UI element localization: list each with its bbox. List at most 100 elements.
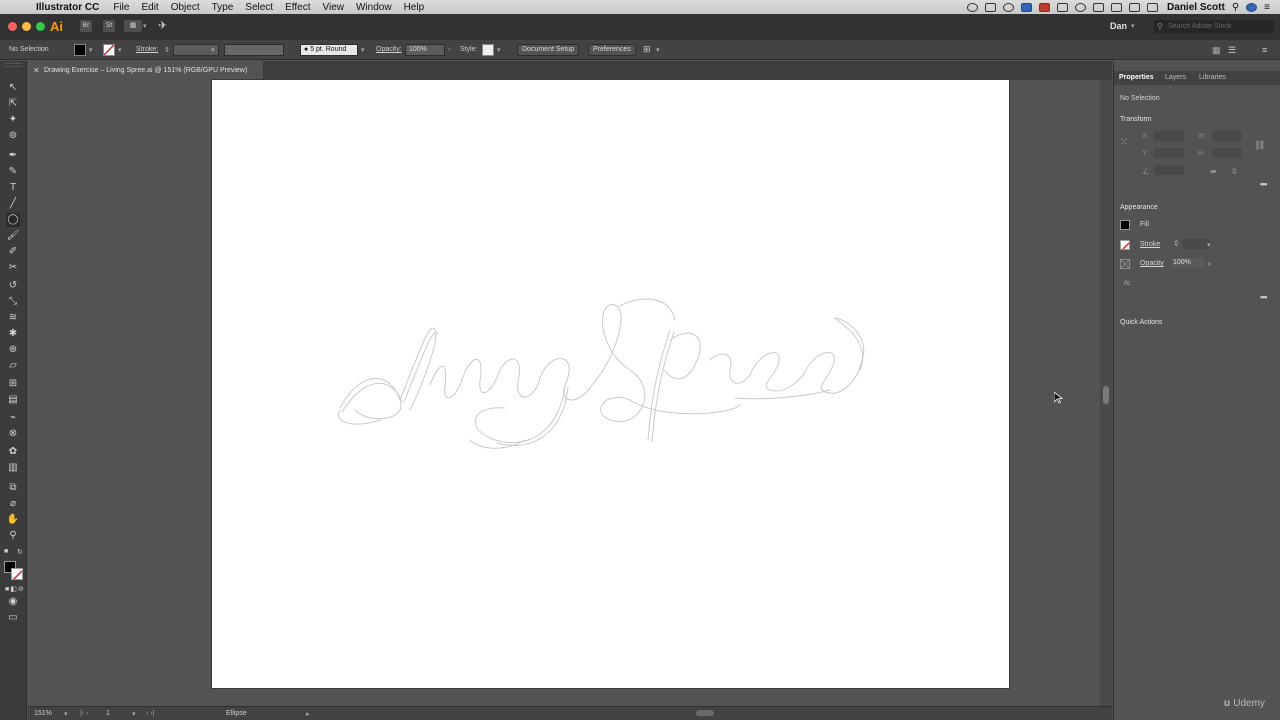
rotate-tool-icon[interactable]: ↺ (6, 279, 20, 293)
workspace-switcher[interactable]: Dan (1110, 21, 1127, 31)
bridge-button[interactable]: Br (80, 20, 92, 32)
line-tool-icon[interactable]: ╱ (6, 197, 20, 211)
close-tab-icon[interactable]: ✕ (33, 66, 40, 75)
creative-cloud-icon[interactable] (967, 2, 979, 12)
rotate-field[interactable] (1154, 165, 1184, 175)
graphic-style-swatch[interactable] (482, 44, 494, 56)
hand-tool-icon[interactable]: ✋ (6, 513, 20, 527)
record-icon[interactable] (1039, 2, 1051, 12)
symbol-sprayer-tool-icon[interactable]: ✿ (6, 445, 20, 459)
artboard-number[interactable]: 1 (106, 710, 110, 717)
app-status-icon[interactable] (1021, 2, 1033, 12)
arrange-panel-icon[interactable]: ▦ (1212, 45, 1221, 56)
arrange-documents-icon[interactable]: ▦ (124, 20, 142, 32)
stroke-dropdown-icon[interactable]: ▾ (118, 46, 122, 54)
lasso-tool-icon[interactable]: ⊚ (6, 129, 20, 143)
app-menu[interactable]: Illustrator CC (36, 2, 99, 13)
appearance-opacity-field[interactable]: 100% (1171, 258, 1205, 268)
selection-tool-icon[interactable]: ↖ (6, 81, 20, 95)
fill-swatch[interactable] (74, 44, 86, 56)
type-tool-icon[interactable]: T (6, 181, 20, 195)
menu-select[interactable]: Select (245, 2, 273, 13)
appearance-stroke-weight-field[interactable] (1182, 239, 1210, 249)
fill-dropdown-icon[interactable]: ▾ (89, 46, 93, 54)
vertical-scrollbar[interactable] (1100, 80, 1112, 706)
gradient-tool-icon[interactable]: ▤ (6, 393, 20, 407)
curvature-tool-icon[interactable]: ✎ (6, 165, 20, 179)
opacity-arrow-icon[interactable]: › (448, 46, 450, 53)
zoom-dropdown-icon[interactable]: ▾ (64, 710, 68, 718)
scissors-tool-icon[interactable]: ✂ (6, 261, 20, 275)
sync-icon[interactable] (1003, 2, 1015, 12)
scale-tool-icon[interactable]: ⤡ (6, 295, 20, 309)
gpu-performance-icon[interactable]: ✈ (158, 19, 167, 32)
blend-tool-icon[interactable]: ⊗ (6, 427, 20, 441)
bluetooth-icon[interactable] (1111, 2, 1123, 12)
control-bar-options-icon[interactable]: ☰ (1228, 45, 1236, 56)
notification-center-icon[interactable]: ≡ (1264, 2, 1270, 13)
pen-tool-icon[interactable]: ✒ (6, 149, 20, 163)
stroke-label[interactable]: Stroke: (136, 46, 158, 53)
display-icon[interactable] (1057, 2, 1069, 12)
appearance-opacity-label[interactable]: Opacity (1140, 260, 1164, 267)
stroke-weight-stepper[interactable]: ⇕ (164, 46, 170, 54)
artboard-dropdown-icon[interactable]: ▾ (132, 710, 136, 718)
stock-search-input[interactable]: ⚲ Search Adobe Stock (1154, 20, 1274, 33)
siri-icon[interactable] (1246, 2, 1258, 12)
screen-mode-icon[interactable]: ▭ (6, 611, 20, 625)
width-field[interactable] (1212, 131, 1242, 141)
status-menu-arrow-icon[interactable]: ▸ (306, 710, 310, 718)
wifi-icon[interactable] (1093, 2, 1105, 12)
align-dropdown-icon[interactable]: ▾ (656, 46, 660, 54)
menu-file[interactable]: File (113, 2, 129, 13)
style-dropdown-icon[interactable]: ▾ (497, 46, 501, 54)
tab-layers[interactable]: Layers (1165, 74, 1186, 81)
variable-width-profile[interactable] (224, 44, 284, 56)
menu-object[interactable]: Object (171, 2, 200, 13)
vertical-scroll-thumb[interactable] (1103, 386, 1109, 404)
opacity-arrow-icon[interactable]: › (1208, 259, 1211, 268)
constrain-proportions-icon[interactable]: ⛓ (1254, 140, 1265, 151)
transform-more-options-icon[interactable]: ••• (1260, 179, 1268, 189)
fx-effects-button[interactable]: fx. (1124, 280, 1131, 287)
keyboard-icon[interactable] (1147, 2, 1159, 12)
magic-wand-tool-icon[interactable]: ✦ (6, 113, 20, 127)
flip-vertical-icon[interactable]: ⇳ (1231, 167, 1238, 176)
brush-dropdown-icon[interactable]: ▾ (361, 46, 365, 54)
zoom-tool-icon[interactable]: ⚲ (6, 529, 20, 543)
spotlight-icon[interactable]: ⚲ (1232, 2, 1239, 13)
stroke-weight-dropdown-icon[interactable]: ▾ (1207, 241, 1211, 249)
menu-type[interactable]: Type (212, 2, 234, 13)
appearance-stroke-label[interactable]: Stroke (1140, 241, 1160, 248)
arrange-dropdown-icon[interactable]: ▾ (143, 22, 147, 30)
menu-window[interactable]: Window (356, 2, 392, 13)
reference-point-icon[interactable]: ⁙ (1120, 137, 1128, 148)
align-options-icon[interactable]: ⊞ (643, 44, 651, 55)
workspace-dropdown-icon[interactable]: ▾ (1131, 22, 1135, 30)
default-colors-icon[interactable]: ■ (4, 548, 8, 555)
artboard-next-last-icons[interactable]: › ›| (146, 710, 154, 717)
shape-builder-tool-icon[interactable]: ⊕ (6, 343, 20, 357)
stroke-swatch[interactable] (103, 44, 115, 56)
color-mode-icons[interactable]: ■◧⊘ (5, 585, 25, 593)
menu-view[interactable]: View (322, 2, 344, 13)
appearance-stroke-swatch[interactable] (1120, 240, 1130, 250)
volume-icon[interactable] (1129, 2, 1141, 12)
dropbox-icon[interactable] (985, 2, 997, 12)
shaper-tool-icon[interactable]: ✐ (6, 245, 20, 259)
stroke-color-box[interactable] (11, 568, 23, 580)
zoom-level[interactable]: 151% (34, 710, 52, 717)
user-name[interactable]: Daniel Scott (1167, 2, 1225, 13)
zoom-window-button[interactable] (36, 22, 45, 31)
appearance-more-options-icon[interactable]: ••• (1260, 292, 1268, 302)
horizontal-scroll-thumb[interactable] (696, 710, 714, 716)
brush-definition-dropdown[interactable]: ● 5 pt. Round (300, 44, 358, 56)
ellipse-tool-icon[interactable]: ◯ (6, 213, 20, 227)
opacity-field[interactable]: 100% (405, 44, 445, 56)
stroke-weight-dropdown-icon[interactable]: ▾ (211, 46, 215, 54)
stroke-weight-stepper-icon[interactable]: ⇕ (1173, 239, 1180, 248)
warp-tool-icon[interactable]: ≋ (6, 311, 20, 325)
tools-panel-grip[interactable] (4, 63, 22, 67)
minimize-window-button[interactable] (22, 22, 31, 31)
menu-help[interactable]: Help (404, 2, 425, 13)
